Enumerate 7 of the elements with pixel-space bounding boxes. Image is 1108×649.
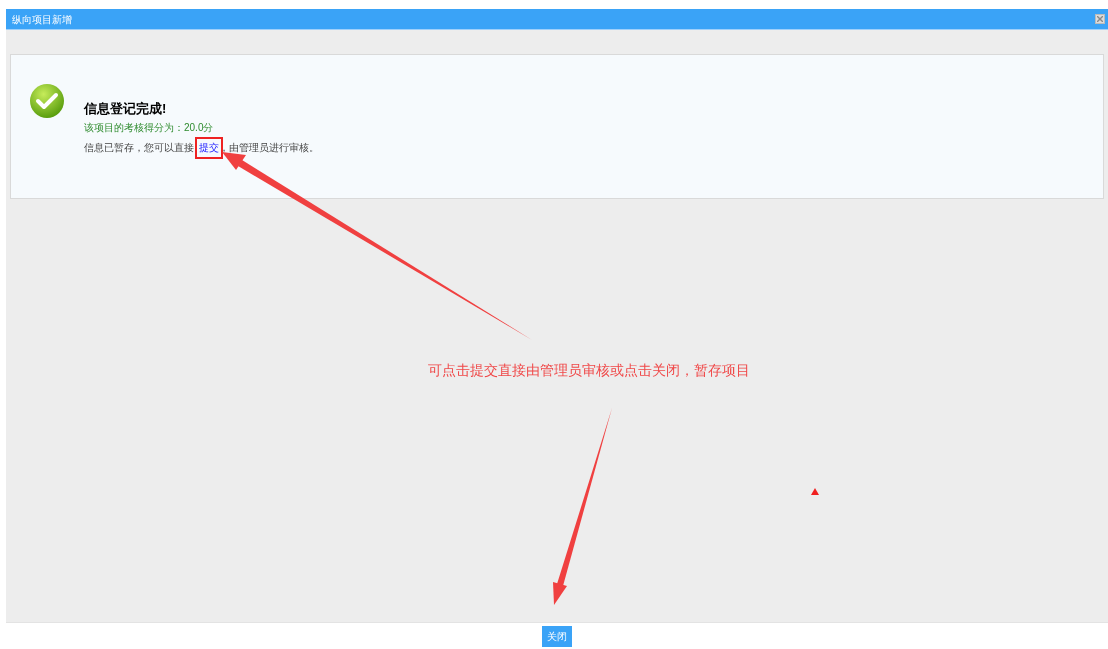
- note-text: ，由管理员进行审核。: [219, 141, 319, 154]
- note-text: 信息已暂存，您可以直接: [84, 141, 195, 154]
- annotation-text: 可点击提交直接由管理员审核或点击关闭，暂存项目: [428, 362, 750, 380]
- window-title: 纵向项目新增: [12, 12, 72, 27]
- score-text: 该项目的考核得分为：20.0分: [84, 120, 215, 135]
- submit-link[interactable]: 提交: [199, 141, 219, 153]
- success-title: 信息登记完成!: [84, 100, 168, 118]
